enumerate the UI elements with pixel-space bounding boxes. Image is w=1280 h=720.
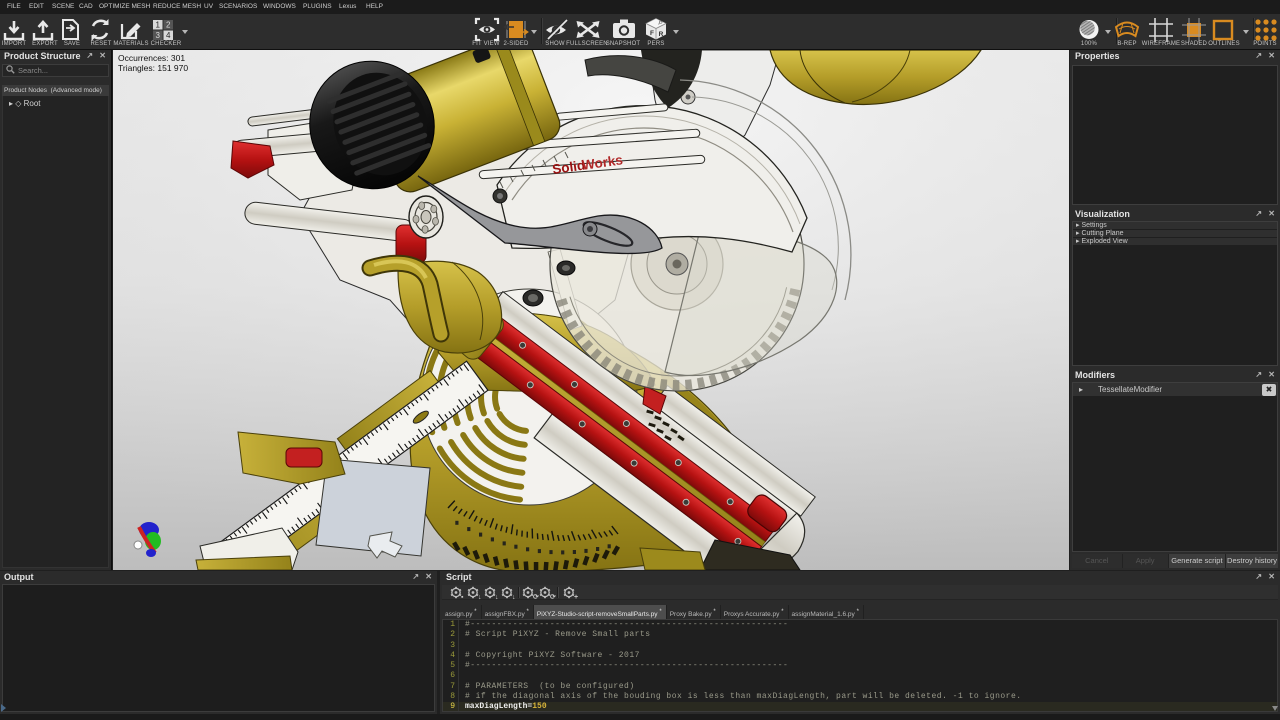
svg-text:↓: ↓ (495, 594, 499, 600)
svg-text:2: 2 (166, 21, 171, 30)
svg-text:4: 4 (166, 31, 171, 40)
svg-text:⟳: ⟳ (533, 594, 539, 600)
svg-text:↓: ↓ (478, 594, 482, 600)
svg-text:+: + (574, 594, 578, 600)
svg-text:3: 3 (155, 31, 160, 40)
svg-text:↓: ↓ (512, 594, 516, 600)
svg-text:▪: ▪ (461, 594, 464, 600)
svg-text:F: F (650, 30, 654, 37)
svg-text:1: 1 (155, 21, 160, 30)
svg-text:⟳: ⟳ (550, 594, 556, 600)
svg-text:R: R (659, 31, 664, 38)
